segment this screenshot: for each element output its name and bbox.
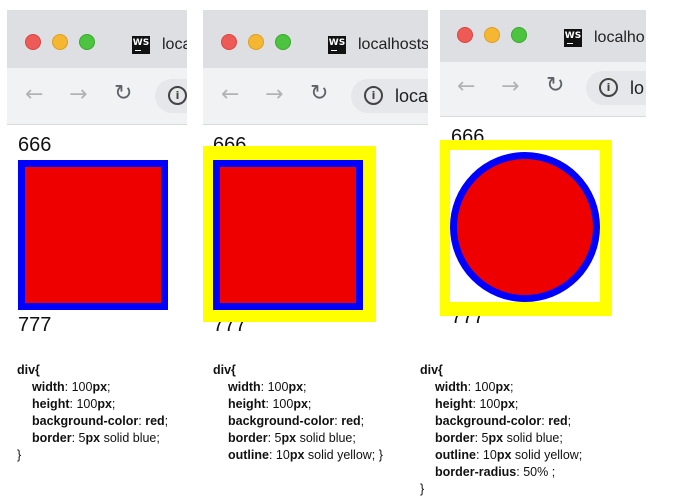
code-line: border: 5px solid blue;: [32, 431, 160, 445]
code-line: border: 5px solid blue;: [228, 431, 356, 445]
webstorm-logo-icon: WS: [564, 29, 582, 47]
css-code-block-3: div{ width: 100px; height: 100px; backgr…: [420, 362, 582, 498]
code-closing: }: [17, 448, 22, 462]
browser-window-3: WS localho ← → ↻ i lo 666 777: [440, 10, 646, 340]
webstorm-logo-icon: WS: [328, 36, 346, 54]
styled-div-box: [213, 160, 363, 310]
url-text[interactable]: loca: [395, 86, 428, 107]
code-line: width: 100px;: [435, 380, 514, 394]
code-line: width: 100px;: [228, 380, 307, 394]
code-line: border: 5px solid blue;: [435, 431, 563, 445]
reload-icon[interactable]: ↻: [114, 83, 132, 105]
forward-arrow-icon[interactable]: →: [69, 84, 87, 106]
webstorm-logo-icon: WS: [132, 36, 150, 54]
styled-div-box: [18, 160, 168, 310]
browser-toolbar: ← → ↻ i loca: [203, 68, 428, 125]
back-arrow-icon[interactable]: ←: [221, 84, 239, 106]
browser-toolbar: ← → ↻ i lo: [440, 62, 646, 117]
title-bar: WS localhosts: [203, 10, 428, 68]
text-666: 666: [18, 134, 52, 156]
title-bar: WS localho: [440, 10, 646, 62]
zoom-window-button[interactable]: [511, 27, 527, 43]
back-arrow-icon[interactable]: ←: [25, 84, 43, 106]
code-line: background-color: red;: [435, 414, 572, 428]
styled-div-circle: [450, 152, 600, 302]
reload-icon[interactable]: ↻: [310, 83, 328, 105]
browser-window-1: WS local ← → ↻ i 666 777: [7, 10, 187, 340]
back-arrow-icon[interactable]: ←: [457, 76, 475, 98]
text-777: 777: [18, 314, 52, 336]
code-line: outline: 10px solid yellow;: [435, 448, 583, 462]
minimize-window-button[interactable]: [248, 34, 264, 50]
close-window-button[interactable]: [25, 34, 41, 50]
code-selector: div{: [420, 363, 443, 377]
code-line: border-radius: 50% ;: [435, 465, 556, 479]
address-bar[interactable]: i loca: [351, 79, 428, 113]
tab-title[interactable]: localho: [594, 29, 645, 47]
code-closing: }: [420, 482, 425, 496]
info-icon[interactable]: i: [364, 86, 383, 105]
close-window-button[interactable]: [457, 27, 473, 43]
url-text[interactable]: lo: [630, 78, 644, 99]
info-icon[interactable]: i: [599, 78, 618, 97]
code-line: height: 100px;: [228, 397, 312, 411]
title-bar: WS local: [7, 10, 187, 68]
code-line: width: 100px;: [32, 380, 111, 394]
code-selector: div{: [213, 363, 236, 377]
code-line: outline: 10px solid yellow; }: [228, 448, 383, 462]
css-code-block-1: div{ width: 100px; height: 100px; backgr…: [17, 362, 168, 464]
forward-arrow-icon[interactable]: →: [501, 76, 519, 98]
info-icon[interactable]: i: [168, 86, 187, 105]
browser-window-2: WS localhosts ← → ↻ i loca 666 777: [203, 10, 428, 340]
address-bar[interactable]: i lo: [586, 71, 646, 105]
css-code-block-2: div{ width: 100px; height: 100px; backgr…: [213, 362, 383, 464]
reload-icon[interactable]: ↻: [546, 75, 564, 97]
zoom-window-button[interactable]: [79, 34, 95, 50]
forward-arrow-icon[interactable]: →: [265, 84, 283, 106]
minimize-window-button[interactable]: [484, 27, 500, 43]
code-line: background-color: red;: [32, 414, 169, 428]
tab-title[interactable]: localhosts: [358, 36, 428, 54]
close-window-button[interactable]: [221, 34, 237, 50]
zoom-window-button[interactable]: [275, 34, 291, 50]
address-bar[interactable]: i: [155, 79, 187, 113]
code-line: height: 100px;: [32, 397, 116, 411]
tab-title[interactable]: local: [162, 36, 187, 54]
code-selector: div{: [17, 363, 40, 377]
browser-toolbar: ← → ↻ i: [7, 68, 187, 125]
code-line: background-color: red;: [228, 414, 365, 428]
minimize-window-button[interactable]: [52, 34, 68, 50]
code-line: height: 100px;: [435, 397, 519, 411]
